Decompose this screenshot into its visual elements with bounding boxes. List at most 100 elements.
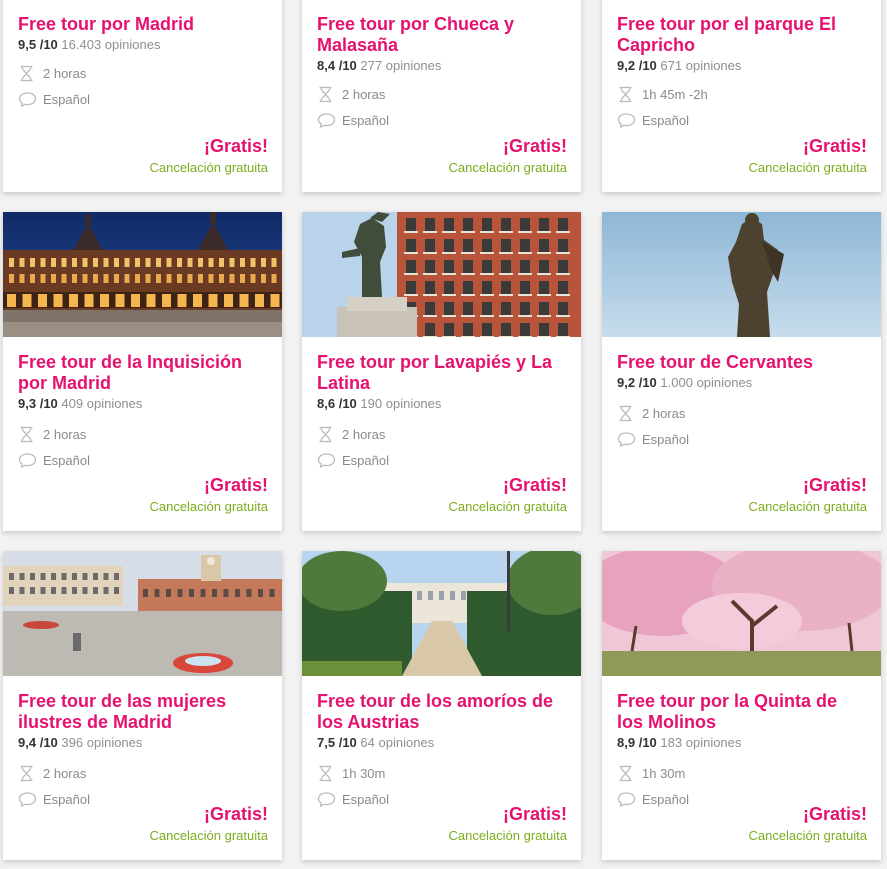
tour-title[interactable]: Free tour de las mujeres ilustres de Madr… (18, 691, 268, 733)
hourglass-icon (317, 86, 334, 103)
tour-title-line[interactable]: Free tour por Lavapiés y La (317, 352, 552, 372)
tour-card[interactable]: Free tour por el parque El Capricho 9,2 /1… (602, 0, 881, 192)
language: Español (317, 452, 389, 469)
rating-score: 9,3 (18, 396, 37, 411)
speech-bubble-icon (317, 791, 336, 808)
rating-score: 8,9 (617, 735, 636, 750)
free-cancellation: Cancelación gratuita (448, 160, 567, 175)
tour-title[interactable]: Free tour de la Inquisición por Madrid (18, 352, 268, 394)
duration: 2 horas (317, 86, 385, 103)
rating-scale: /10 (638, 735, 657, 750)
review-count: 190 (360, 396, 383, 411)
rating-scale: /10 (338, 396, 357, 411)
tour-card[interactable]: Free tour de las mujeres ilustres de Madr… (3, 551, 282, 860)
tour-title-line[interactable]: los Austrias (317, 712, 419, 732)
speech-bubble-icon (617, 791, 636, 808)
language-text: Español (43, 91, 90, 107)
duration-text: 1h 30m (642, 765, 686, 781)
duration-text: 2 horas (43, 426, 87, 442)
tour-title-line[interactable]: ilustres de Madrid (18, 712, 172, 732)
free-cancellation: Cancelación gratuita (149, 499, 268, 514)
speech-bubble-icon (617, 431, 636, 448)
tour-title-line[interactable]: Capricho (617, 35, 695, 55)
price: ¡Gratis! (502, 475, 567, 495)
rating-scale: /10 (39, 396, 58, 411)
rating-scale: /10 (338, 735, 357, 750)
tour-title[interactable]: Free tour de Cervantes (617, 352, 867, 373)
rating: 9,3 /10 409 opiniones (18, 396, 268, 412)
review-count: 64 (360, 735, 375, 750)
speech-bubble-icon (317, 112, 336, 129)
tour-title-line[interactable]: Free tour por la Quinta de (617, 691, 837, 711)
tour-title-line[interactable]: los Molinos (617, 712, 716, 732)
rating-score: 9,5 (18, 37, 37, 52)
duration: 1h 30m (317, 765, 385, 782)
tour-title[interactable]: Free tour por Lavapiés y La Latina (317, 352, 567, 394)
language: Español (617, 112, 689, 129)
rating-scale: /10 (39, 735, 58, 750)
free-cancellation: Cancelación gratuita (448, 828, 567, 843)
tour-card[interactable]: Free tour por Chueca y Malasaña 8,4 /10 27… (302, 0, 581, 192)
free-cancellation: Cancelación gratuita (448, 499, 567, 514)
tour-title[interactable]: Free tour por Chueca y Malasaña (317, 14, 567, 56)
review-label: opiniones (385, 58, 442, 73)
tour-title[interactable]: Free tour por Madrid (18, 14, 268, 35)
review-count: 396 (61, 735, 84, 750)
language: Español (18, 91, 90, 108)
hourglass-icon (317, 765, 334, 782)
rating: 8,4 /10 277 opiniones (317, 58, 567, 74)
free-cancellation: Cancelación gratuita (149, 828, 268, 843)
tour-card[interactable]: Free tour de los amoríos de los Austrias 7… (302, 551, 581, 860)
tour-title-line[interactable]: Free tour de los amoríos de (317, 691, 553, 711)
hourglass-icon (18, 426, 35, 443)
language: Español (617, 431, 689, 448)
price: ¡Gratis! (203, 475, 268, 495)
rating: 8,6 /10 190 opiniones (317, 396, 567, 412)
tour-title-line[interactable]: Free tour de Cervantes (617, 352, 813, 372)
language-text: Español (43, 452, 90, 468)
tour-card[interactable]: Free tour de Cervantes 9,2 /10 1.000 opin… (602, 212, 881, 531)
hourglass-icon (617, 86, 634, 103)
tour-title-line[interactable]: Free tour de la Inquisición (18, 352, 242, 372)
tour-card-body: Free tour por Chueca y Malasaña 8,4 /10 27… (317, 14, 567, 192)
tour-title-line[interactable]: Latina (317, 373, 370, 393)
tour-title[interactable]: Free tour por la Quinta de los Molinos (617, 691, 867, 733)
language-text: Español (342, 791, 389, 807)
tour-title-line[interactable]: Malasaña (317, 35, 398, 55)
price: ¡Gratis! (203, 136, 268, 156)
tour-title-line[interactable]: por Madrid (18, 373, 111, 393)
duration: 2 horas (317, 426, 385, 443)
review-count: 277 (360, 58, 383, 73)
price: ¡Gratis! (502, 804, 567, 824)
review-count: 1.000 (660, 375, 693, 390)
tour-title[interactable]: Free tour de los amoríos de los Austrias (317, 691, 567, 733)
tour-card[interactable]: Free tour de la Inquisición por Madrid 9,3… (3, 212, 282, 531)
speech-bubble-icon (18, 91, 37, 108)
duration-text: 1h 45m -2h (642, 86, 708, 102)
price: ¡Gratis! (802, 475, 867, 495)
tour-card-body: Free tour de los amoríos de los Austrias 7… (317, 691, 567, 860)
review-count: 409 (61, 396, 84, 411)
tour-card-body: Free tour por la Quinta de los Molinos 8,9… (617, 691, 867, 860)
tour-title-line[interactable]: Free tour de las mujeres (18, 691, 226, 711)
rating-scale: /10 (638, 375, 657, 390)
review-label: opiniones (685, 735, 742, 750)
tour-card[interactable]: Free tour por Lavapiés y La Latina 8,6 /10… (302, 212, 581, 531)
language-text: Español (642, 112, 689, 128)
language: Español (617, 791, 689, 808)
review-count: 671 (660, 58, 683, 73)
rating: 9,4 /10 396 opiniones (18, 735, 268, 751)
review-label: opiniones (685, 58, 742, 73)
tour-title-line[interactable]: Free tour por Madrid (18, 14, 194, 34)
tour-title[interactable]: Free tour por el parque El Capricho (617, 14, 867, 56)
hourglass-icon (317, 426, 334, 443)
language: Español (18, 452, 90, 469)
hourglass-icon (18, 765, 35, 782)
rating-scale: /10 (638, 58, 657, 73)
speech-bubble-icon (18, 452, 37, 469)
tour-card[interactable]: Free tour por Madrid 9,5 /10 16.403 opini… (3, 0, 282, 192)
tour-card[interactable]: Free tour por la Quinta de los Molinos 8,9… (602, 551, 881, 860)
tour-title-line[interactable]: Free tour por Chueca y (317, 14, 514, 34)
tour-title-line[interactable]: Free tour por el parque El (617, 14, 836, 34)
speech-bubble-icon (317, 452, 336, 469)
